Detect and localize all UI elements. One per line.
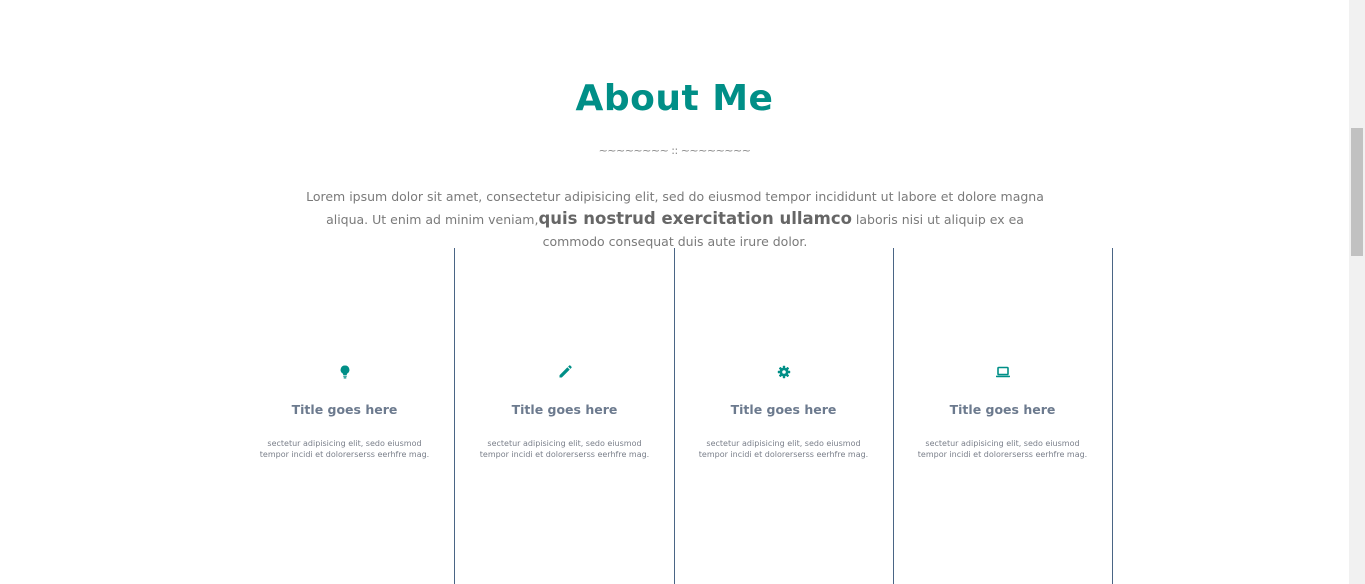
intro-highlight: quis nostrud exercitation ullamco	[538, 209, 852, 228]
feature-card: Title goes here sectetur adipisicing eli…	[455, 364, 674, 460]
lightbulb-icon	[340, 365, 349, 379]
feature-description: sectetur adipisicing elit, sedo eiusmod …	[479, 439, 650, 459]
feature-card: Title goes here sectetur adipisicing eli…	[235, 364, 454, 460]
laptop-icon	[995, 366, 1010, 378]
title-divider: ~~~~~~~~ :: ~~~~~~~~	[598, 144, 751, 157]
feature-title: Title goes here	[730, 402, 837, 417]
feature-title: Title goes here	[511, 402, 618, 417]
feature-description: sectetur adipisicing elit, sedo eiusmod …	[259, 439, 430, 459]
feature-description: sectetur adipisicing elit, sedo eiusmod …	[698, 439, 869, 459]
pencil-icon	[559, 365, 572, 378]
intro-paragraph: Lorem ipsum dolor sit amet, consectetur …	[300, 186, 1050, 253]
vertical-scrollbar[interactable]	[1349, 0, 1365, 584]
gear-icon	[777, 365, 790, 379]
column-divider	[1112, 248, 1113, 584]
feature-card: Title goes here sectetur adipisicing eli…	[674, 364, 893, 460]
feature-title: Title goes here	[291, 402, 398, 417]
scrollbar-thumb[interactable]	[1351, 128, 1363, 256]
feature-card: Title goes here sectetur adipisicing eli…	[893, 364, 1112, 460]
feature-title: Title goes here	[949, 402, 1056, 417]
feature-description: sectetur adipisicing elit, sedo eiusmod …	[917, 439, 1088, 459]
about-section: About Me ~~~~~~~~ :: ~~~~~~~~ Lorem ipsu…	[0, 0, 1349, 584]
page-title: About Me	[575, 78, 774, 119]
